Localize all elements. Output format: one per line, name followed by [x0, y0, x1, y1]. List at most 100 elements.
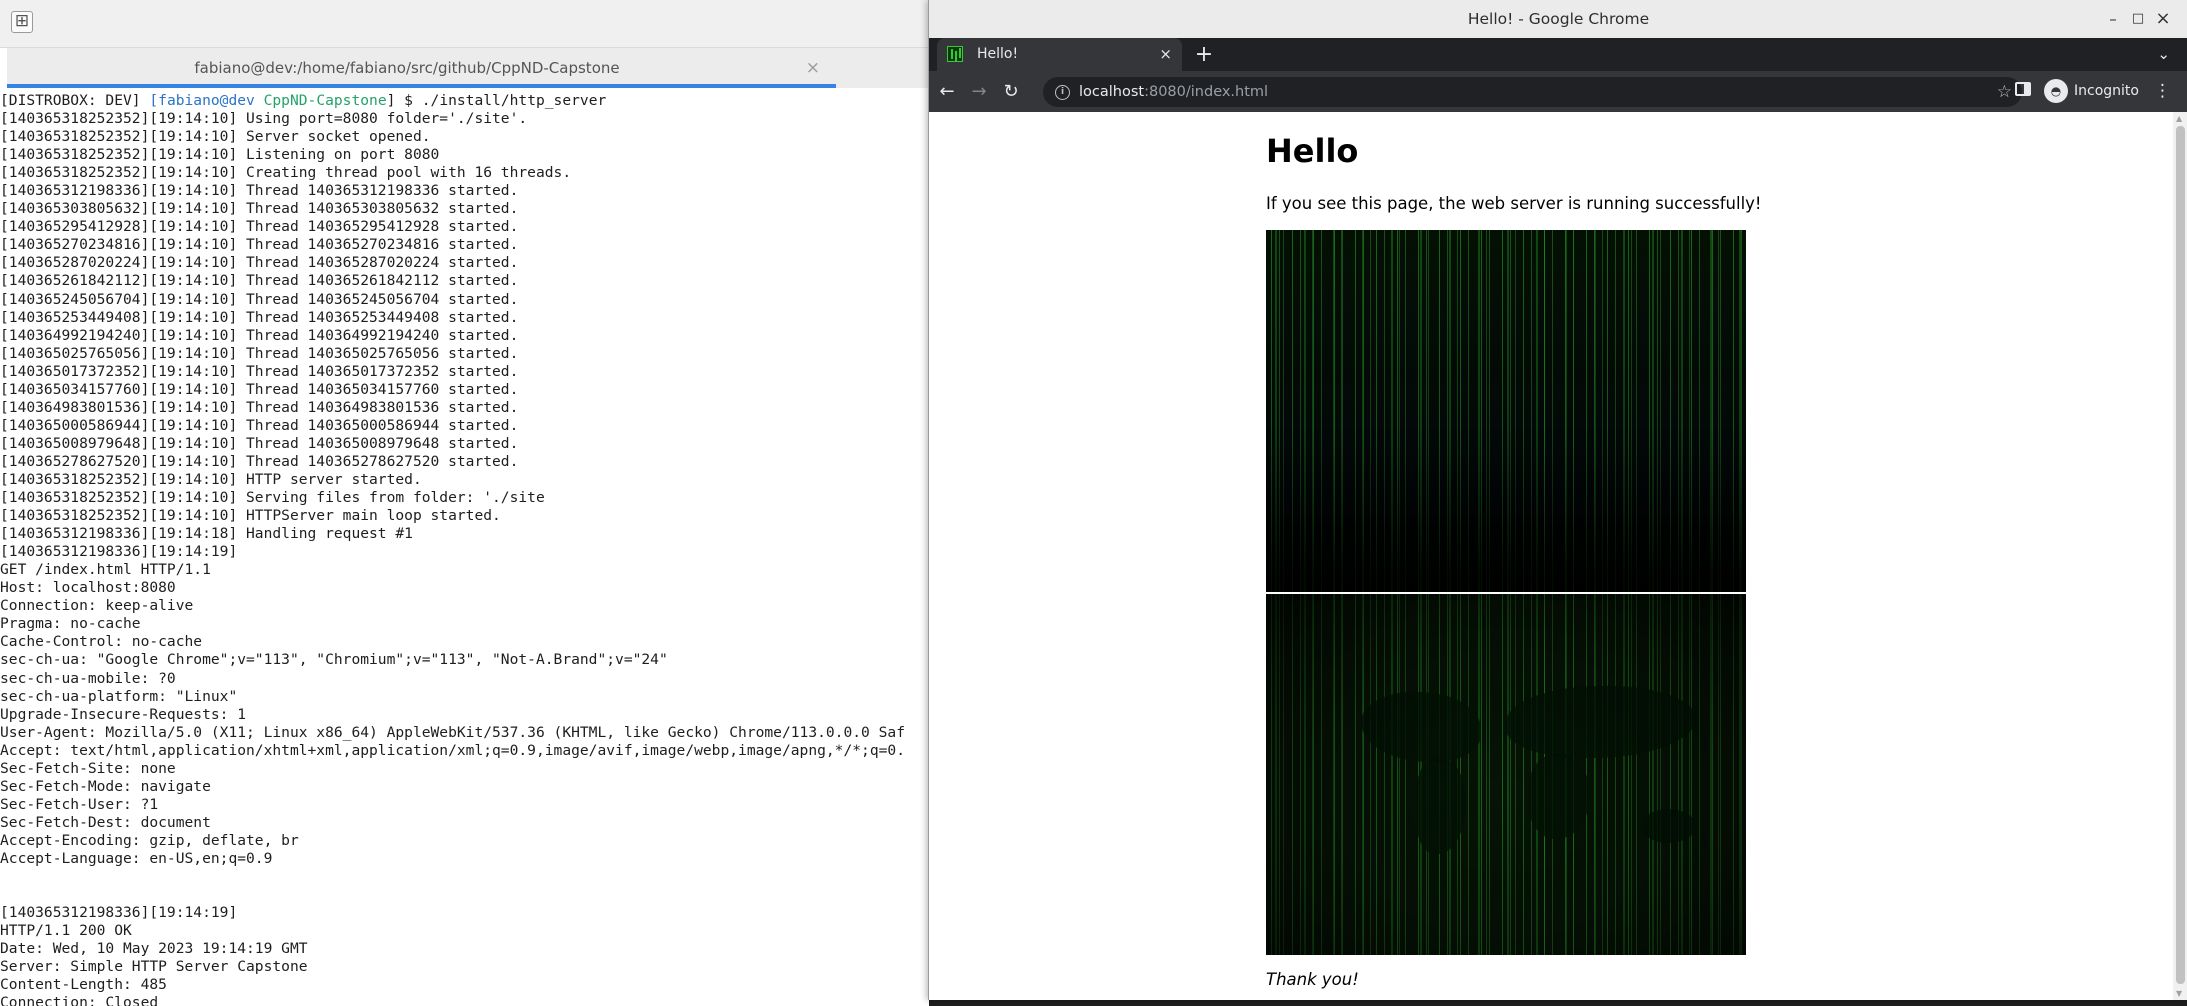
terminal-line: [140365318252352][19:14:10] Listening on…	[0, 146, 440, 164]
thank-you-text: Thank you!	[1266, 970, 1359, 989]
terminal-line: HTTP/1.1 200 OK	[0, 922, 132, 940]
close-window-icon[interactable]: ×	[2151, 7, 2175, 31]
terminal-line: Content-Length: 485	[0, 976, 167, 994]
chrome-menu-icon[interactable]: ⋮	[2154, 71, 2171, 112]
chrome-tab-strip: Hello! × + ⌄	[929, 38, 2187, 71]
url-path: :8080/index.html	[1144, 84, 1269, 100]
map-shade	[1266, 594, 1746, 955]
terminal-line: Host: localhost:8080	[0, 579, 176, 597]
rain-shade	[1266, 230, 1746, 592]
page-intro-text: If you see this page, the web server is …	[1266, 194, 1762, 213]
terminal-line: [140365312198336][19:14:19]	[0, 904, 238, 922]
prompt-command: ] $ ./install/http_server	[386, 92, 607, 109]
chrome-window: Hello! - Google Chrome – □ × Hello! × + …	[928, 0, 2187, 1000]
terminal-tab-title: fabiano@dev:/home/fabiano/src/github/Cpp…	[194, 59, 620, 77]
terminal-line: [140365318252352][19:14:10] HTTP server …	[0, 470, 422, 488]
terminal-line: [140365318252352][19:14:10] Serving file…	[0, 489, 545, 507]
terminal-line: Sec-Fetch-Site: none	[0, 759, 176, 777]
chrome-title-bar[interactable]: Hello! - Google Chrome – □ ×	[929, 0, 2187, 38]
page-viewport[interactable]: Hello If you see this page, the web serv…	[929, 112, 2173, 1000]
terminal-line: Sec-Fetch-User: ?1	[0, 795, 159, 813]
side-panel-icon[interactable]	[2015, 82, 2031, 96]
address-bar[interactable]: i localhost:8080/index.html ☆	[1043, 77, 2022, 107]
active-tab-indicator	[7, 84, 836, 88]
prompt-host: [fabiano@dev	[149, 92, 255, 109]
browser-tab-title: Hello!	[977, 46, 1019, 62]
terminal-line: Upgrade-Insecure-Requests: 1	[0, 705, 247, 723]
terminal-line: User-Agent: Mozilla/5.0 (X11; Linux x86_…	[0, 723, 905, 741]
page-scrollbar[interactable]: ▲ ▼	[2173, 112, 2187, 1000]
site-info-icon[interactable]: i	[1055, 85, 1070, 100]
terminal-line: [140365312198336][19:14:18] Handling req…	[0, 525, 413, 543]
forward-arrow-icon[interactable]: →	[967, 80, 991, 104]
terminal-line: Connection: keep-alive	[0, 597, 194, 615]
terminal-line: Sec-Fetch-Mode: navigate	[0, 777, 211, 795]
incognito-icon[interactable]: ◓	[2044, 79, 2068, 103]
terminal-line: Server: Simple HTTP Server Capstone	[0, 958, 308, 976]
terminal-line: [140365318252352][19:14:10] Using port=8…	[0, 110, 528, 128]
terminal-line: Accept-Encoding: gzip, deflate, br	[0, 831, 299, 849]
scroll-down-icon[interactable]: ▼	[2176, 989, 2182, 998]
new-terminal-tab-button[interactable]: ⊞	[11, 11, 33, 33]
prompt-dir: CppND-Capstone	[254, 92, 387, 109]
minimize-icon[interactable]: –	[2101, 7, 2125, 31]
terminal-line: Pragma: no-cache	[0, 615, 141, 633]
scrollbar-thumb[interactable]	[2176, 126, 2185, 984]
window-title: Hello! - Google Chrome	[1467, 10, 1650, 28]
tab-search-chevron-icon[interactable]: ⌄	[2157, 38, 2170, 71]
close-icon[interactable]: ×	[1159, 38, 1172, 71]
scroll-up-icon[interactable]: ▲	[2176, 114, 2182, 123]
back-arrow-icon[interactable]: ←	[935, 80, 959, 104]
incognito-label[interactable]: Incognito	[2074, 71, 2139, 112]
terminal-line: sec-ch-ua-platform: "Linux"	[0, 687, 238, 705]
url-text[interactable]: localhost:8080/index.html	[1079, 77, 1268, 107]
terminal-line: [140364983801536][19:14:10] Thread 14036…	[0, 398, 519, 416]
new-tab-icon: ⊞	[14, 11, 30, 31]
prompt-prefix: [DISTROBOX: DEV]	[0, 92, 150, 109]
terminal-line: GET /index.html HTTP/1.1	[0, 561, 211, 579]
terminal-line: [140365318252352][19:14:10] Server socke…	[0, 128, 431, 146]
chrome-toolbar: ← → ↻ i localhost:8080/index.html ☆ ◓ In…	[929, 71, 2187, 113]
terminal-line: [140365318252352][19:14:10] HTTPServer m…	[0, 507, 501, 525]
terminal-line: [140365245056704][19:14:10] Thread 14036…	[0, 290, 519, 308]
terminal-tab[interactable]: fabiano@dev:/home/fabiano/src/github/Cpp…	[7, 48, 836, 88]
maximize-icon[interactable]: □	[2126, 7, 2150, 31]
terminal-line: Connection: Closed	[0, 994, 159, 1006]
terminal-log-lines: [140365318252352][19:14:10] Using port=8…	[0, 110, 929, 1006]
matrix-world-map-image	[1266, 594, 1746, 955]
terminal-line: [140365312198336][19:14:10] Thread 14036…	[0, 182, 519, 200]
terminal-line: Accept-Language: en-US,en;q=0.9	[0, 849, 273, 867]
terminal-line: Cache-Control: no-cache	[0, 633, 203, 651]
matrix-code-rain-image	[1266, 230, 1746, 592]
terminal-line: [140365008979648][19:14:10] Thread 14036…	[0, 434, 519, 452]
terminal-line: [140365253449408][19:14:10] Thread 14036…	[0, 308, 519, 326]
terminal-line: sec-ch-ua: "Google Chrome";v="113", "Chr…	[0, 651, 668, 669]
terminal-line: [140365025765056][19:14:10] Thread 14036…	[0, 344, 519, 362]
close-icon[interactable]: ×	[806, 48, 820, 88]
terminal-window: ⊞ fabiano@dev:/home/fabiano/src/github/C…	[0, 0, 929, 1006]
terminal-output[interactable]: [DISTROBOX: DEV] [fabiano@dev CppND-Caps…	[0, 92, 929, 1006]
matrix-favicon-icon	[947, 46, 963, 62]
terminal-line: Date: Wed, 10 May 2023 19:14:19 GMT	[0, 940, 308, 958]
page-heading: Hello	[1266, 132, 1359, 170]
url-host: localhost	[1079, 84, 1145, 100]
terminal-line: [140365034157760][19:14:10] Thread 14036…	[0, 380, 519, 398]
terminal-line: [140365318252352][19:14:10] Creating thr…	[0, 164, 572, 182]
terminal-prompt-line: [DISTROBOX: DEV] [fabiano@dev CppND-Caps…	[0, 92, 929, 110]
terminal-line: [140365312198336][19:14:19]	[0, 543, 238, 561]
browser-tab-hello[interactable]: Hello! ×	[937, 38, 1182, 71]
terminal-tab-bar: fabiano@dev:/home/fabiano/src/github/Cpp…	[7, 48, 929, 88]
terminal-line: [140364992194240][19:14:10] Thread 14036…	[0, 326, 519, 344]
bookmark-star-icon[interactable]: ☆	[1997, 77, 2012, 107]
terminal-line: [140365287020224][19:14:10] Thread 14036…	[0, 254, 519, 272]
terminal-line: Accept: text/html,application/xhtml+xml,…	[0, 741, 905, 759]
terminal-line: [140365017372352][19:14:10] Thread 14036…	[0, 362, 519, 380]
reload-icon[interactable]: ↻	[999, 80, 1023, 104]
new-tab-button[interactable]: +	[1189, 38, 1219, 71]
terminal-line: [140365303805632][19:14:10] Thread 14036…	[0, 200, 519, 218]
terminal-line: [140365261842112][19:14:10] Thread 14036…	[0, 272, 519, 290]
terminal-line: [140365295412928][19:14:10] Thread 14036…	[0, 218, 519, 236]
terminal-header-bar: ⊞	[0, 0, 929, 48]
